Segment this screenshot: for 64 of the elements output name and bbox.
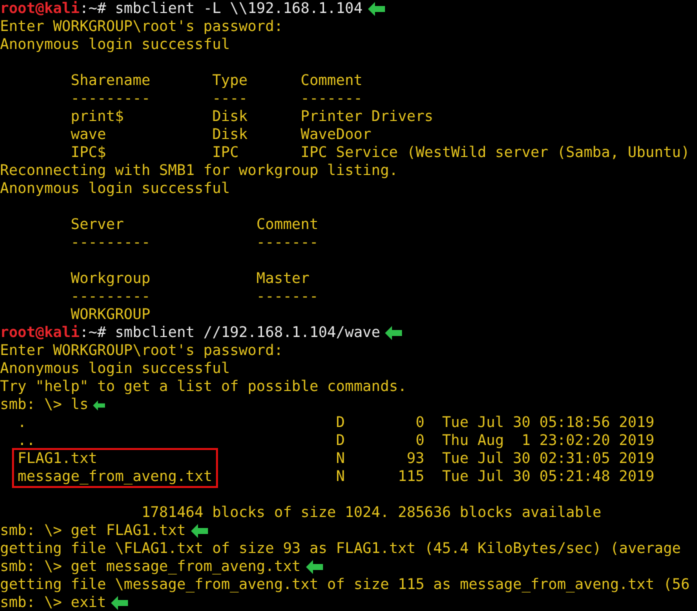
table-cell-text: --------- (70, 234, 152, 252)
file-listing-cell: Thu Aug 1 23:02:20 2019 (442, 432, 654, 450)
table-cell-text: Workgroup (70, 270, 152, 288)
command-text: smbclient -L \\192.168.1.104 (114, 0, 363, 18)
table-cell: IPC Service (WestWild server (Samba, Ubuntu) (300, 144, 690, 162)
table-cell-text: IPC (212, 144, 240, 162)
table-cell-text: Sharename (70, 72, 152, 90)
table-cell-text: Server (70, 216, 125, 234)
table-cell: Comment (256, 216, 318, 234)
output-line: Anonymous login successful (0, 360, 230, 378)
file-listing-cell-text: 115 (396, 468, 424, 486)
table-cell: Printer Drivers (300, 108, 434, 126)
file-listing-cell-text: N (336, 468, 346, 486)
output-line: Try "help" to get a list of possible commands. (0, 378, 407, 396)
file-listing-cell-text: 93 (406, 450, 424, 468)
file-listing-cell: Tue Jul 30 02:31:05 2019 (442, 450, 654, 468)
output-line: Reconnecting with SMB1 for workgroup listing. (0, 162, 398, 180)
prompt-user: root@kali (0, 0, 80, 18)
output-line: getting file \message_from_aveng.txt of size 115 as message_from_aveng.txt (56 (0, 576, 690, 594)
file-listing-cell-text: message_from_aveng.txt (18, 468, 214, 486)
table-cell: Comment (300, 72, 363, 90)
output-line: 1781464 blocks of size 1024. 285636 blocks available (141, 504, 602, 522)
command-text: exit (70, 594, 106, 611)
table-cell-text: IPC$ (70, 144, 108, 162)
file-listing-cell-text: FLAG1.txt (18, 450, 98, 468)
file-listing-cell-text: N (336, 450, 346, 468)
table-cell-text: Type (212, 72, 249, 90)
table-cell: Master (256, 270, 310, 288)
table-cell: ------- (256, 234, 318, 252)
table-cell-text: ---- (212, 90, 249, 108)
table-cell-text: wave (70, 126, 108, 144)
prompt-user: root@kali (0, 324, 80, 342)
output-line: Anonymous login successful (0, 180, 230, 198)
output-line: Anonymous login successful (0, 36, 230, 54)
table-cell-text: --------- (70, 288, 152, 306)
smb-prompt: smb: \> (0, 558, 62, 576)
table-cell-text: WORKGROUP (70, 306, 152, 324)
command-text: ls (70, 396, 88, 414)
table-cell: ------- (256, 288, 318, 306)
smb-prompt: smb: \> (0, 396, 62, 414)
table-cell-text: print$ (70, 108, 125, 126)
table-cell: ------- (300, 90, 363, 108)
file-listing-cell-text: 0 (414, 414, 424, 432)
file-listing-cell-text: D (336, 432, 346, 450)
command-text: smbclient //192.168.1.104/wave (114, 324, 380, 342)
prompt-path: :~# (80, 0, 106, 18)
file-listing-cell-text: 0 (414, 432, 424, 450)
file-listing-cell: Tue Jul 30 05:18:56 2019 (442, 414, 654, 432)
command-text: get message_from_aveng.txt (70, 558, 301, 576)
file-listing-cell-text: .. (18, 432, 36, 450)
table-cell-text: --------- (70, 90, 152, 108)
table-cell-text: Disk (212, 108, 249, 126)
output-line: Enter WORKGROUP\root's password: (0, 18, 283, 36)
table-cell: WaveDoor (300, 126, 372, 144)
smb-prompt: smb: \> (0, 594, 62, 611)
file-listing-cell-text: . (18, 414, 28, 432)
prompt-path: :~# (80, 324, 106, 342)
smb-prompt: smb: \> (0, 522, 62, 540)
output-line: Enter WORKGROUP\root's password: (0, 342, 283, 360)
command-text: get FLAG1.txt (70, 522, 186, 540)
table-cell-text: Disk (212, 126, 249, 144)
file-listing-cell: Tue Jul 30 05:21:48 2019 (442, 468, 654, 486)
output-line: getting file \FLAG1.txt of size 93 as FLAG1.txt (45.4 KiloBytes/sec) (average (0, 540, 681, 558)
file-listing-cell-text: D (336, 414, 346, 432)
